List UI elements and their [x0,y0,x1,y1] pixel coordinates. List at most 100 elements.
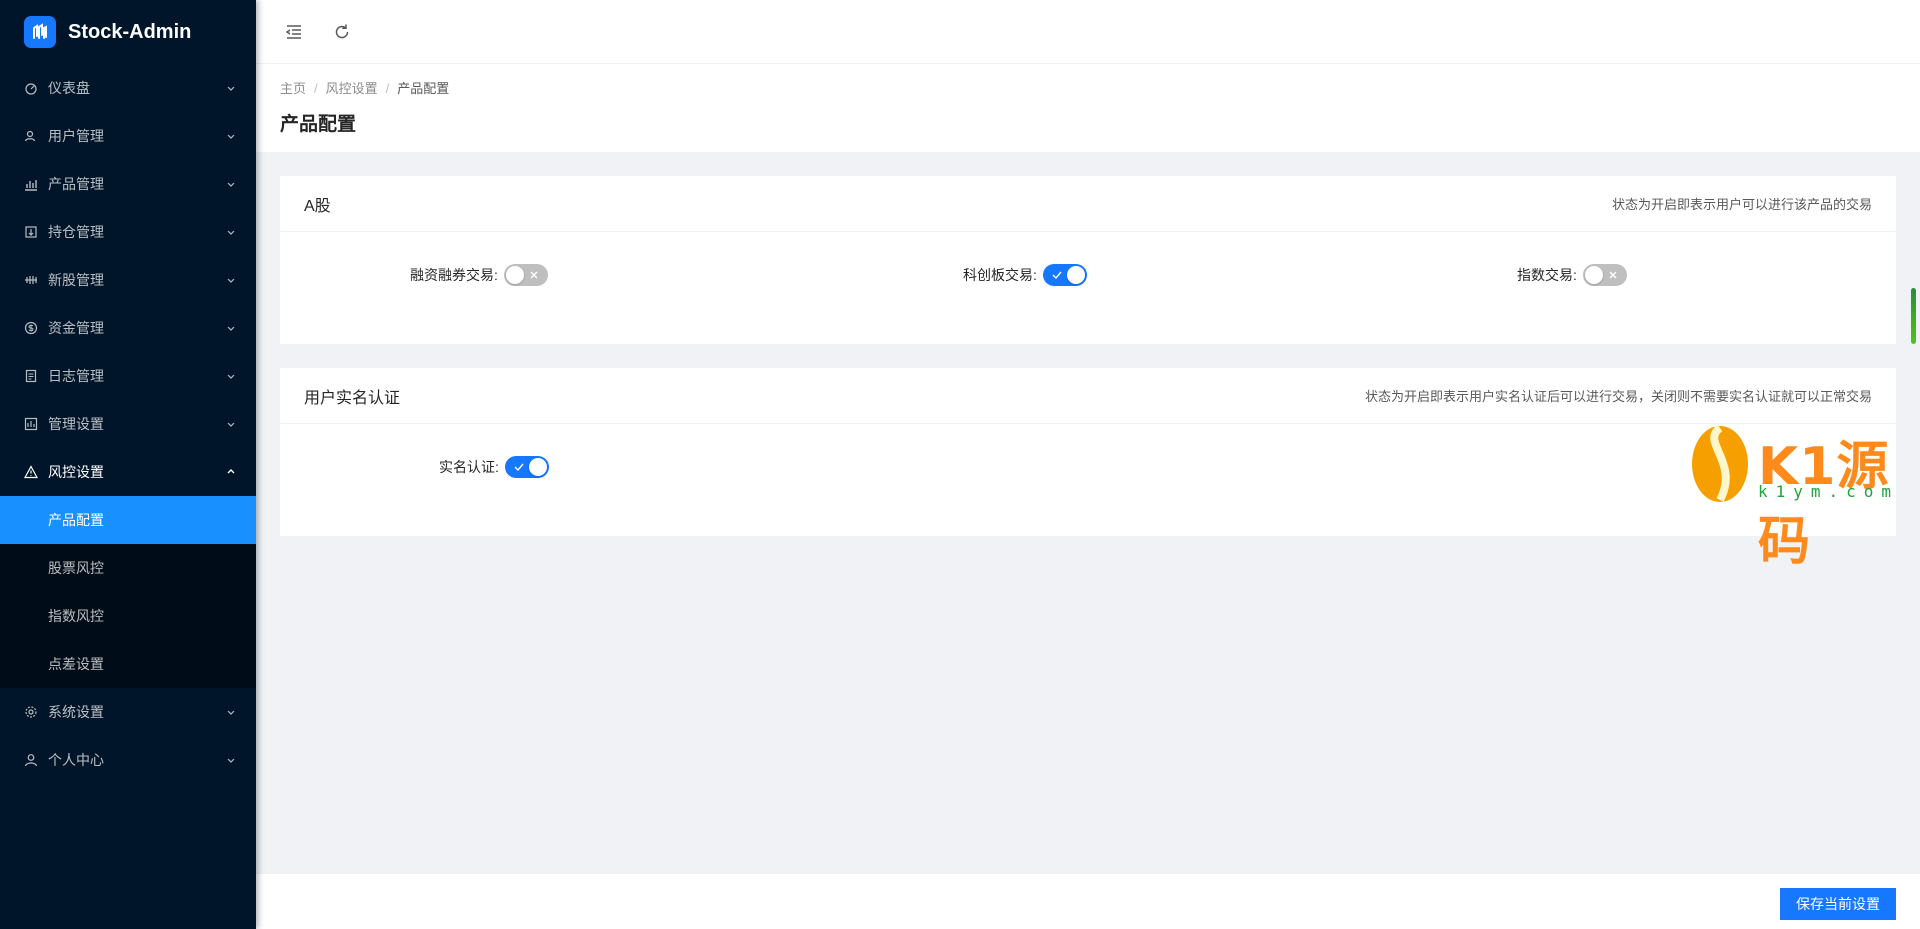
chevron-down-icon [226,179,236,189]
chevron-down-icon [226,227,236,237]
watermark-domain: k1ym.com [1758,482,1900,501]
sidebar-item-products[interactable]: 产品管理 [0,160,256,208]
real-name-card: 用户实名认证 状态为开启即表示用户实名认证后可以进行交易，关闭则不需要实名认证就… [280,368,1896,536]
app-title: Stock-Admin [68,20,192,43]
refresh-icon[interactable] [324,14,360,50]
sidebar-item-label: 用户管理 [48,128,104,144]
dollar-icon [24,321,38,335]
save-button[interactable]: 保存当前设置 [1780,888,1896,920]
ipo-icon [24,273,38,287]
sidebar-item-label: 个人中心 [48,752,104,768]
sidebar-item-admin-settings[interactable]: 管理设置 [0,400,256,448]
index-trading-switch[interactable] [1582,264,1627,286]
sidebar-item-ipo[interactable]: 新股管理 [0,256,256,304]
sidebar-item-positions[interactable]: 持仓管理 [0,208,256,256]
a-share-card: A股 状态为开启即表示用户可以进行该产品的交易 融资融券交易: 科创板交易: 指… [280,176,1896,344]
log-icon [24,369,38,383]
field-label: 融资融券交易: [410,267,498,283]
logo-icon [24,16,56,48]
gear-icon [24,705,38,719]
card-body: 融资融券交易: 科创板交易: 指数交易: [280,232,1896,344]
users-icon [24,129,38,143]
sidebar-item-label: 系统设置 [48,704,104,720]
chevron-down-icon [226,275,236,285]
sidebar-subitem-label: 股票风控 [48,560,104,576]
sidebar-item-system-settings[interactable]: 系统设置 [0,688,256,736]
chevron-down-icon [226,371,236,381]
sidebar-item-label: 风控设置 [48,464,104,480]
warning-icon [24,465,38,479]
sidebar: Stock-Admin 仪表盘 用户管理 产品管理 持仓管理 新股管理 资金管理… [0,0,256,929]
breadcrumb-home[interactable]: 主页 [280,81,306,96]
logo[interactable]: Stock-Admin [0,0,256,64]
sidebar-subitem-stock-risk[interactable]: 股票风控 [0,544,256,592]
switch-knob [528,458,547,476]
margin-trading-switch[interactable] [503,264,548,286]
sidebar-item-label: 资金管理 [48,320,104,336]
close-icon [527,268,541,282]
star-market-switch[interactable] [1042,264,1087,286]
breadcrumb-current: 产品配置 [397,81,450,96]
sidebar-item-users[interactable]: 用户管理 [0,112,256,160]
sidebar-item-logs[interactable]: 日志管理 [0,352,256,400]
chevron-down-icon [226,131,236,141]
card-title: 用户实名认证 [304,389,401,407]
sidebar-item-funds[interactable]: 资金管理 [0,304,256,352]
card-header: A股 状态为开启即表示用户可以进行该产品的交易 [280,176,1896,232]
watermark-logo-icon [1692,424,1748,502]
card-title: A股 [304,197,331,215]
card-tip: 状态为开启即表示用户实名认证后可以进行交易，关闭则不需要实名认证就可以正常交易 [1364,389,1872,404]
field-label: 科创板交易: [963,267,1037,283]
sidebar-item-label: 日志管理 [48,368,104,384]
breadcrumb-parent[interactable]: 风控设置 [326,81,378,96]
sidebar-item-label: 仪表盘 [48,80,90,96]
chevron-up-icon [226,467,236,477]
sidebar-item-label: 产品管理 [48,176,104,192]
card-header: 用户实名认证 状态为开启即表示用户实名认证后可以进行交易，关闭则不需要实名认证就… [280,368,1896,424]
admin-settings-icon [24,417,38,431]
chevron-down-icon [226,419,236,429]
sidebar-subitem-label: 点差设置 [48,656,104,672]
breadcrumb-separator: / [314,81,318,96]
card-tip: 状态为开启即表示用户可以进行该产品的交易 [1611,197,1872,212]
chevron-down-icon [226,707,236,717]
chevron-down-icon [226,755,236,765]
sidebar-item-risk-control[interactable]: 风控设置 [0,448,256,496]
position-icon [24,225,38,239]
sidebar-subitem-label: 指数风控 [48,608,104,624]
top-header [256,0,1920,64]
index-trading-field: 指数交易: [1517,264,1627,286]
check-icon [1050,268,1064,282]
chevron-down-icon [226,83,236,93]
watermark: K1源码 k1ym.com [1690,422,1900,572]
check-icon [512,460,526,474]
risk-control-submenu: 产品配置 股票风控 指数风控 点差设置 [0,496,256,688]
switch-knob [1066,266,1085,284]
sidebar-item-profile[interactable]: 个人中心 [0,736,256,784]
switch-knob [1584,266,1603,284]
switch-knob [505,266,524,284]
breadcrumb-separator: / [385,81,390,96]
chart-icon [24,177,38,191]
sidebar-menu: 仪表盘 用户管理 产品管理 持仓管理 新股管理 资金管理 日志管理 管理设置 风… [0,64,256,784]
menu-fold-icon[interactable] [276,14,312,50]
page-title: 产品配置 [280,114,357,135]
scrollbar[interactable] [1911,288,1916,344]
page-header: 主页 / 风控设置 / 产品配置 产品配置 [256,64,1920,152]
breadcrumb: 主页 / 风控设置 / 产品配置 [280,78,1896,97]
field-label: 实名认证: [439,459,499,475]
footer-toolbar: 保存当前设置 [256,873,1920,929]
field-label: 指数交易: [1517,267,1577,283]
margin-trading-field: 融资融券交易: [410,264,548,286]
dashboard-icon [24,81,38,95]
sidebar-item-dashboard[interactable]: 仪表盘 [0,64,256,112]
real-name-auth-switch[interactable] [504,456,549,478]
card-body: 实名认证: [280,424,1896,536]
sidebar-item-label: 持仓管理 [48,224,104,240]
sidebar-subitem-spread-settings[interactable]: 点差设置 [0,640,256,688]
user-icon [24,753,38,767]
star-market-field: 科创板交易: [963,264,1087,286]
sidebar-subitem-index-risk[interactable]: 指数风控 [0,592,256,640]
real-name-auth-field: 实名认证: [439,456,549,478]
sidebar-subitem-product-config[interactable]: 产品配置 [0,496,256,544]
